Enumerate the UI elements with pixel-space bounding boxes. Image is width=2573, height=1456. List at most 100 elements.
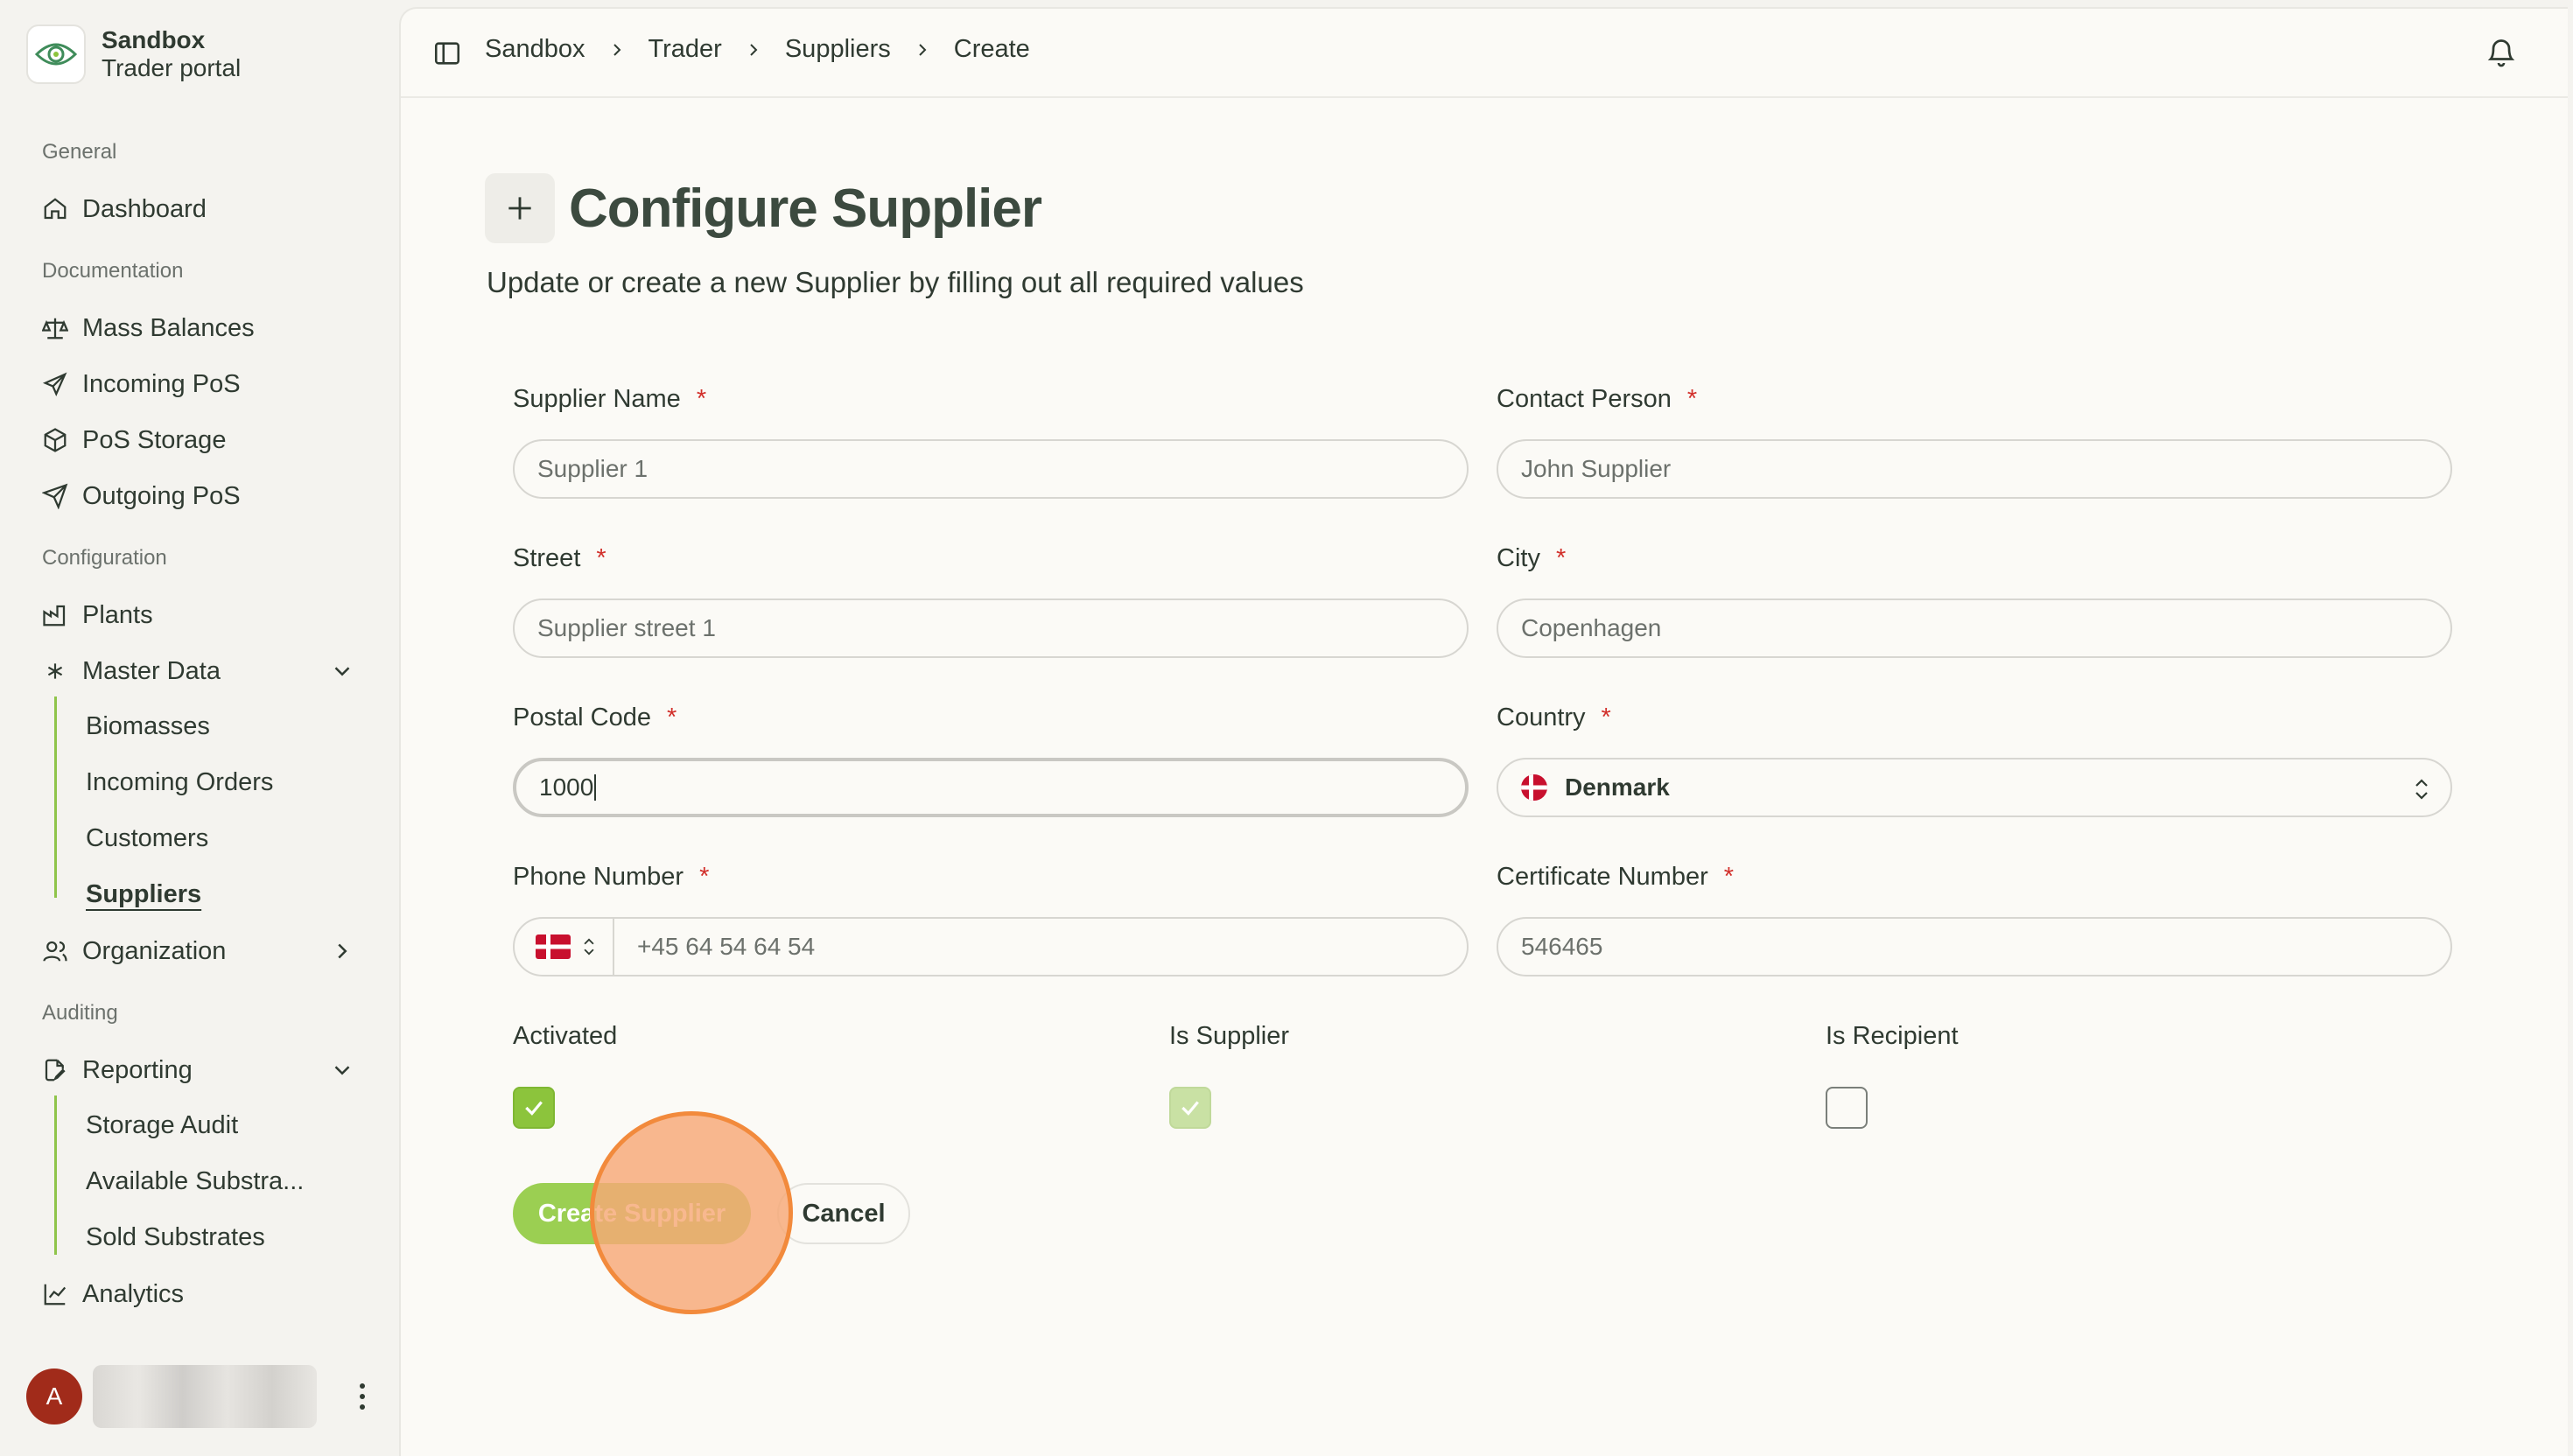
postal-code-input[interactable]: 1000 <box>513 758 1469 817</box>
country-select[interactable]: Denmark <box>1497 758 2452 817</box>
chevron-right-icon <box>338 943 347 959</box>
required-mark: * <box>596 544 606 572</box>
sidebar-item-storage-audit[interactable]: Storage Audit <box>86 1104 238 1146</box>
main-content: Sandbox Trader Suppliers Create Configur… <box>399 7 2568 1456</box>
sidebar-item-incoming-orders[interactable]: Incoming Orders <box>86 761 273 803</box>
supplier-name-input[interactable]: Supplier 1 <box>513 439 1469 499</box>
phone-number-input[interactable]: +45 64 54 64 54 <box>613 917 1469 976</box>
label-text: Certificate Number <box>1497 863 1708 891</box>
sidebar-item-label: Analytics <box>82 1279 185 1308</box>
page-subtitle: Update or create a new Supplier by filli… <box>487 266 1304 298</box>
breadcrumb-item-trader[interactable]: Trader <box>649 35 722 64</box>
user-name-redacted <box>93 1365 317 1428</box>
more-vertical-icon[interactable] <box>354 1379 371 1414</box>
avatar: A <box>26 1368 82 1424</box>
sidebar-toggle-icon[interactable] <box>432 38 462 68</box>
chevron-down-icon <box>334 1066 350 1075</box>
master-data-tree-line <box>54 696 57 898</box>
label-text: City <box>1497 544 1540 572</box>
certificate-number-label: Certificate Number * <box>1497 863 1734 892</box>
section-auditing: Auditing <box>42 1001 118 1025</box>
required-mark: * <box>1555 544 1567 572</box>
is-recipient-checkbox[interactable] <box>1826 1087 1868 1129</box>
sidebar-item-label: Reporting <box>82 1055 193 1084</box>
denmark-flag-icon <box>536 934 571 959</box>
send-incoming-icon <box>40 369 70 399</box>
sidebar-item-customers[interactable]: Customers <box>86 817 208 859</box>
sidebar-item-mass-balances[interactable]: Mass Balances <box>40 306 355 350</box>
required-mark: * <box>699 863 710 891</box>
label-text: Street <box>513 544 581 572</box>
line-chart-icon <box>40 1279 70 1309</box>
asterisk-icon <box>40 656 70 686</box>
certificate-number-input[interactable]: 546465 <box>1497 917 2452 976</box>
city-input[interactable]: Copenhagen <box>1497 598 2452 658</box>
label-text: Country <box>1497 704 1586 732</box>
reporting-tree-line <box>54 1096 57 1255</box>
city-label: City * <box>1497 544 1566 573</box>
sidebar-item-suppliers[interactable]: Suppliers <box>86 873 201 915</box>
is-recipient-label: Is Recipient <box>1826 1022 1959 1050</box>
sidebar-item-organization[interactable]: Organization <box>40 929 355 973</box>
phone-number-field: +45 64 54 64 54 <box>513 917 1469 976</box>
postal-code-value: 1000 <box>539 774 594 801</box>
brand-switcher[interactable]: Sandbox Trader portal <box>26 24 241 84</box>
bell-icon[interactable] <box>2485 37 2517 68</box>
label-text: Supplier Name <box>513 385 681 413</box>
country-label: Country * <box>1497 704 1611 732</box>
street-input[interactable]: Supplier street 1 <box>513 598 1469 658</box>
phone-country-select[interactable] <box>513 917 614 976</box>
label-text: Postal Code <box>513 704 651 732</box>
label-text: Contact Person <box>1497 385 1672 413</box>
postal-code-label: Postal Code * <box>513 704 677 732</box>
chevron-down-icon <box>334 667 350 676</box>
sidebar-item-label: Incoming PoS <box>82 369 241 398</box>
country-value: Denmark <box>1565 774 1670 801</box>
sidebar-item-available-substrates[interactable]: Available Substra... <box>86 1160 304 1202</box>
label-text: Phone Number <box>513 863 684 891</box>
page-title: Configure Supplier <box>569 178 1042 239</box>
sidebar-item-reporting[interactable]: Reporting <box>40 1048 355 1092</box>
sidebar-item-sold-substrates[interactable]: Sold Substrates <box>86 1216 265 1258</box>
sidebar-item-outgoing-pos[interactable]: Outgoing PoS <box>40 474 355 518</box>
breadcrumb-item-create: Create <box>953 35 1030 63</box>
user-account[interactable]: A <box>26 1365 376 1428</box>
sidebar-item-dashboard[interactable]: Dashboard <box>40 187 355 231</box>
section-configuration: Configuration <box>42 546 167 570</box>
chevrons-up-down-icon <box>584 938 594 956</box>
section-documentation: Documentation <box>42 259 184 283</box>
sidebar-item-biomasses[interactable]: Biomasses <box>86 705 210 747</box>
check-icon <box>525 1101 543 1116</box>
scale-icon <box>40 313 70 343</box>
required-mark: * <box>667 704 677 732</box>
sidebar-item-plants[interactable]: Plants <box>40 593 355 637</box>
chevron-right-icon <box>747 41 761 59</box>
create-supplier-button[interactable]: Create Supplier <box>513 1183 751 1244</box>
check-icon <box>1181 1101 1199 1116</box>
is-supplier-checkbox[interactable] <box>1169 1087 1211 1129</box>
sidebar-item-label: Dashboard <box>82 194 207 223</box>
breadcrumb-item-suppliers[interactable]: Suppliers <box>785 35 891 64</box>
contact-person-input[interactable]: John Supplier <box>1497 439 2452 499</box>
phone-number-label: Phone Number * <box>513 863 709 892</box>
sidebar-item-incoming-pos[interactable]: Incoming PoS <box>40 362 355 406</box>
section-general: General <box>42 140 117 164</box>
required-mark: * <box>1686 385 1698 413</box>
breadcrumb-item-sandbox[interactable]: Sandbox <box>485 35 585 64</box>
required-mark: * <box>696 385 707 413</box>
cancel-button[interactable]: Cancel <box>777 1183 910 1244</box>
contact-person-label: Contact Person * <box>1497 385 1697 414</box>
sidebar-item-label: Mass Balances <box>82 313 255 342</box>
file-edit-icon <box>40 1055 70 1085</box>
required-mark: * <box>1601 704 1611 732</box>
sidebar-item-analytics[interactable]: Analytics <box>40 1272 355 1316</box>
package-icon <box>40 425 70 455</box>
sidebar: Sandbox Trader portal General Dashboard … <box>0 0 399 1454</box>
sidebar-item-pos-storage[interactable]: PoS Storage <box>40 418 355 462</box>
supplier-name-label: Supplier Name * <box>513 385 706 414</box>
send-icon <box>40 481 70 511</box>
sidebar-item-master-data[interactable]: Master Data <box>40 649 355 693</box>
brand-name: Sandbox <box>102 26 206 53</box>
activated-checkbox[interactable] <box>513 1087 555 1129</box>
required-mark: * <box>1723 863 1735 891</box>
